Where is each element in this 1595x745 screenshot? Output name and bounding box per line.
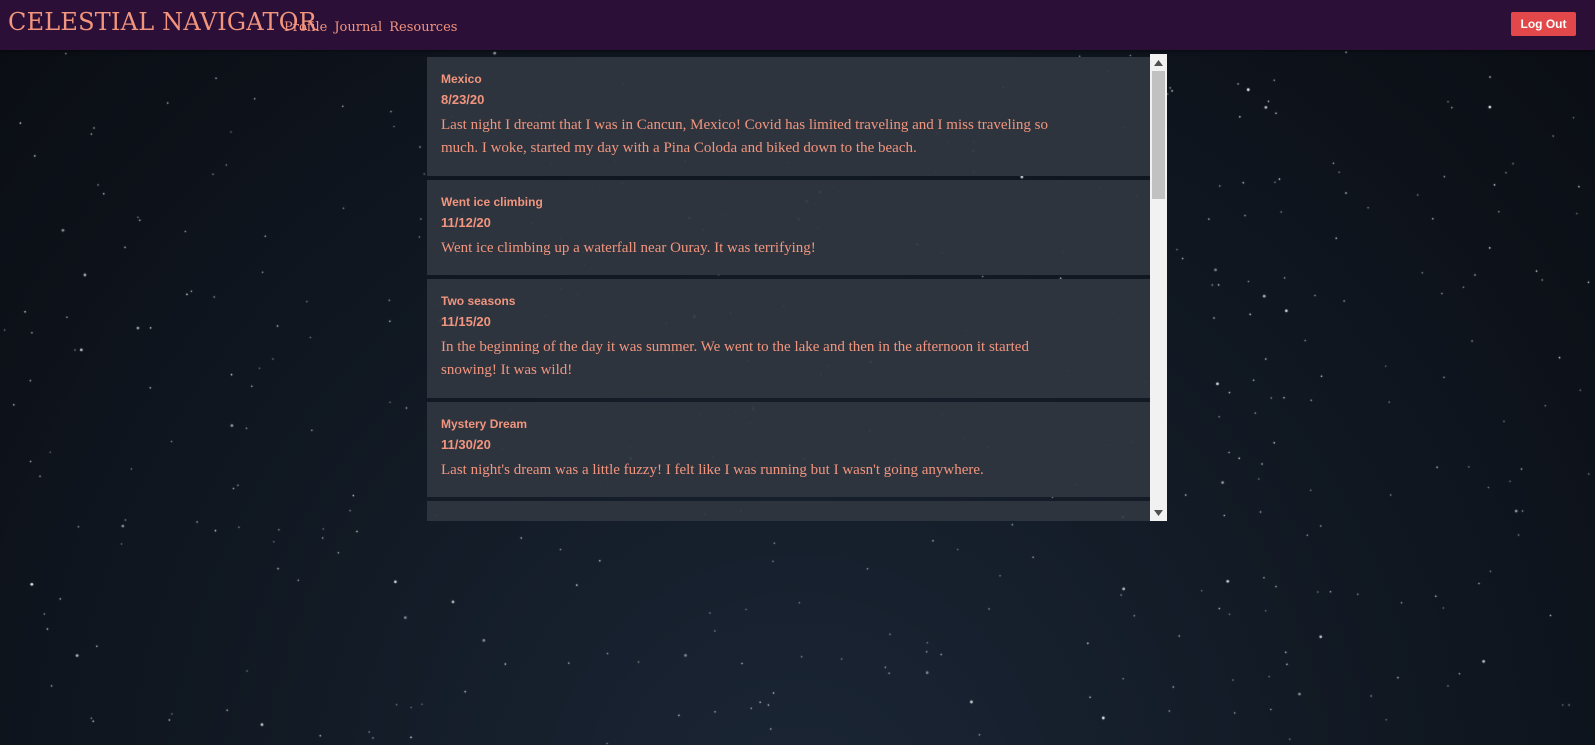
entry-title: Mystery Dream	[441, 417, 528, 431]
nav-link-profile[interactable]: Profile	[284, 20, 327, 35]
entry-date: 11/12/20	[441, 215, 491, 230]
journal-entry-ice-climbing[interactable]: Went ice climbing 11/12/20 Went ice clim…	[427, 180, 1150, 275]
nav-links: Profile Journal Resources	[284, 20, 457, 35]
entry-title: Went ice climbing	[441, 195, 543, 209]
journal-entries-list: Mexico 8/23/20 Last night I dreamt that …	[427, 54, 1150, 521]
journal-entry-mystery-dream[interactable]: Mystery Dream 11/30/20 Last night's drea…	[427, 402, 1150, 497]
triangle-down-icon	[1154, 509, 1163, 516]
entry-date: 11/30/20	[441, 437, 491, 452]
entry-text: Last night's dream was a little fuzzy! I…	[441, 462, 984, 478]
entry-date: 8/23/20	[441, 92, 485, 107]
logout-button[interactable]: Log Out	[1511, 12, 1576, 36]
scroll-up-button[interactable]	[1150, 54, 1167, 71]
journal-entries-panel[interactable]: Mexico 8/23/20 Last night I dreamt that …	[427, 54, 1167, 521]
top-navbar: CELESTIAL NAVIGATOR Profile Journal Reso…	[0, 0, 1595, 50]
journal-entry-two-seasons[interactable]: Two seasons 11/15/20 In the beginning of…	[427, 279, 1150, 398]
nav-link-resources[interactable]: Resources	[389, 20, 457, 35]
journal-entry-mexico[interactable]: Mexico 8/23/20 Last night I dreamt that …	[427, 57, 1150, 176]
entry-text: In the beginning of the day it was summe…	[441, 339, 1029, 378]
triangle-up-icon	[1154, 59, 1163, 66]
entry-title: Two seasons	[441, 294, 516, 308]
entry-text: Went ice climbing up a waterfall near Ou…	[441, 240, 816, 256]
entry-title: Mexico	[441, 72, 482, 86]
entry-date: 11/15/20	[441, 314, 491, 329]
nav-link-journal[interactable]: Journal	[334, 20, 382, 35]
journal-scrollbar[interactable]	[1150, 54, 1167, 521]
entry-text: Last night I dreamt that I was in Cancun…	[441, 117, 1048, 156]
brand-title[interactable]: CELESTIAL NAVIGATOR	[8, 8, 317, 36]
scroll-down-button[interactable]	[1150, 504, 1167, 521]
journal-entry-partial[interactable]	[427, 501, 1150, 521]
scrollbar-thumb[interactable]	[1152, 71, 1165, 199]
